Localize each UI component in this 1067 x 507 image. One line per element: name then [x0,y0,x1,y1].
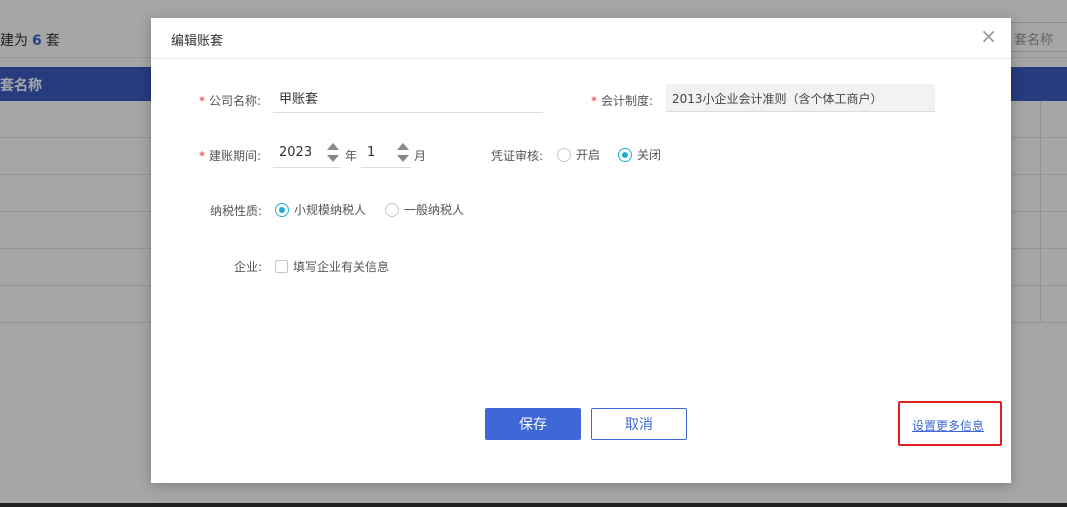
close-icon[interactable]: × [980,26,997,46]
dialog-header: 编辑账套 × [151,18,1011,59]
voucher-review-label: 凭证审核: [491,149,544,163]
enterprise-info-checkbox[interactable]: 填写企业有关信息 [275,258,389,275]
company-name-input[interactable] [273,83,543,113]
month-decrement-icon[interactable] [397,155,409,162]
year-unit: 年 [345,149,358,163]
year-value: 2023 [279,145,313,160]
month-stepper[interactable]: 1 [361,138,411,168]
voucher-review-off-radio[interactable]: 关闭 [618,146,661,163]
month-increment-icon[interactable] [397,143,409,150]
edit-account-set-dialog: 编辑账套 × *公司名称: *会计制度: 2013小企业会计准则（含个体工商户）… [151,18,1011,483]
cancel-button[interactable]: 取消 [591,408,687,440]
month-value: 1 [367,145,376,160]
accounting-system-field: 2013小企业会计准则（含个体工商户） [666,84,935,112]
period-label: * 建账期间: [199,149,262,163]
voucher-review-on-radio[interactable]: 开启 [557,146,600,163]
general-taxpayer-radio[interactable]: 一般纳税人 [385,201,464,218]
accounting-system-label: * 会计制度: [591,94,654,108]
more-info-highlight: 设置更多信息 [898,401,1002,446]
year-increment-icon[interactable] [327,143,339,150]
month-unit: 月 [414,149,427,163]
small-scale-taxpayer-radio[interactable]: 小规模纳税人 [275,201,366,218]
tax-nature-label: 纳税性质: [210,204,263,218]
set-more-info-link[interactable]: 设置更多信息 [912,417,984,434]
year-decrement-icon[interactable] [327,155,339,162]
dialog-title: 编辑账套 [171,34,224,49]
enterprise-label: 企业: [234,260,263,274]
save-button[interactable]: 保存 [485,408,581,440]
company-name-label: * 公司名称: [199,94,262,108]
year-stepper[interactable]: 2023 [273,138,341,168]
